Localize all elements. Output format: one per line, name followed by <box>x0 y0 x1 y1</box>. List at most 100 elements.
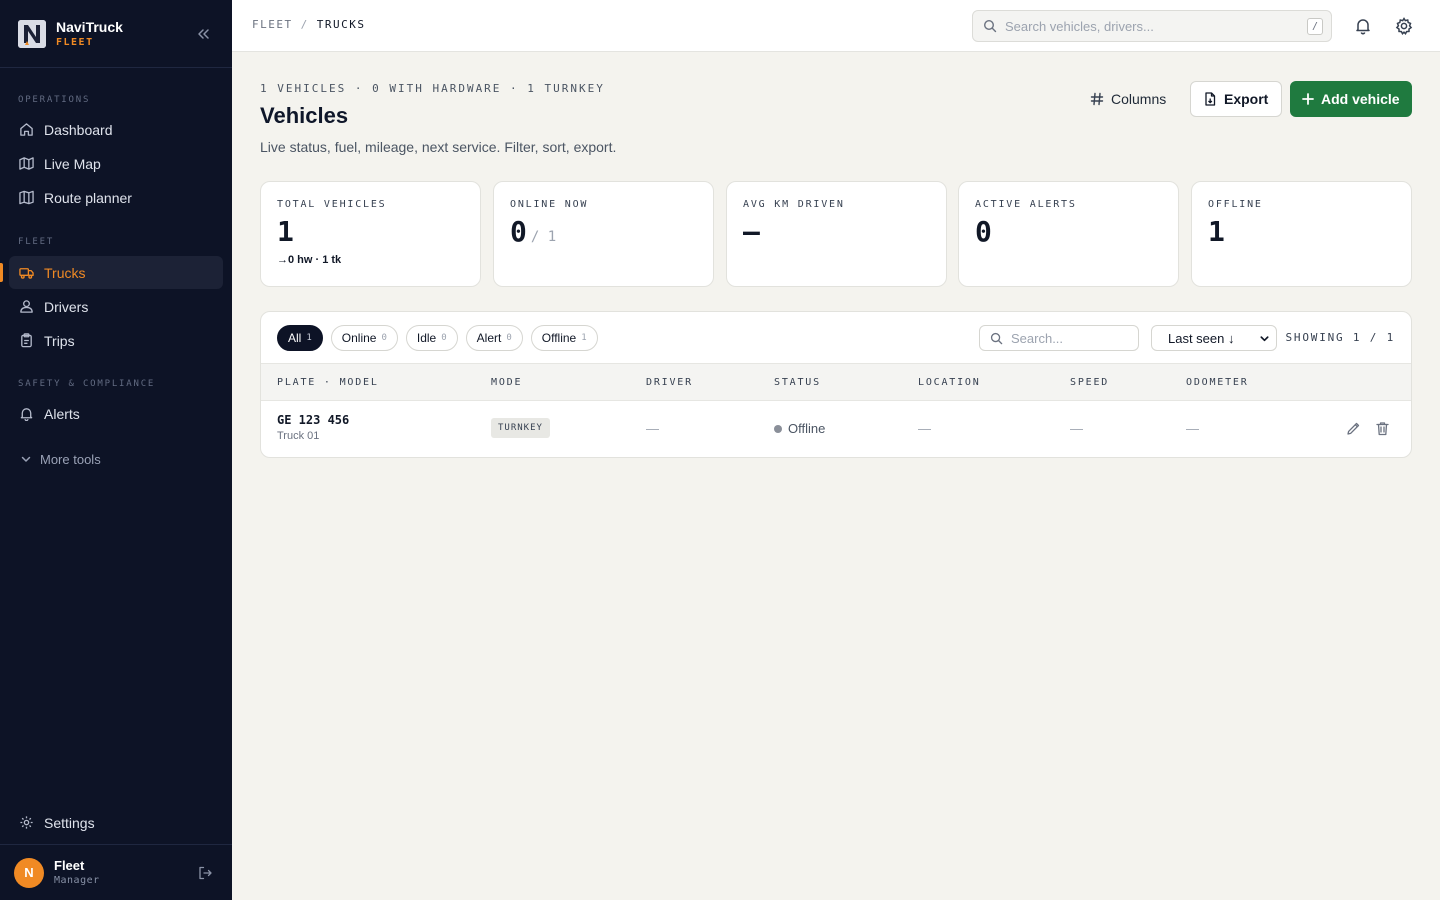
sidebar-item-settings[interactable]: Settings <box>0 806 223 839</box>
sort-select-value: Last seen ↓ <box>1168 330 1235 346</box>
vehicle-driver: — <box>646 421 659 436</box>
column-header-status[interactable]: STATUS <box>774 377 821 388</box>
vehicle-plate: GE 123 456 <box>277 413 350 427</box>
columns-button[interactable]: Columns <box>1078 81 1178 117</box>
more-tools-toggle[interactable]: More tools <box>0 447 232 471</box>
vehicle-odometer: — <box>1186 421 1199 436</box>
sidebar-item-dashboard[interactable]: Dashboard <box>0 113 223 146</box>
chip-count: 0 <box>441 333 447 343</box>
kpi-value: — <box>743 215 760 248</box>
logout-icon[interactable] <box>198 866 212 880</box>
app-subtitle: FLEET <box>56 36 94 48</box>
column-header-driver[interactable]: DRIVER <box>646 377 693 388</box>
column-header-mode[interactable]: MODE <box>491 377 522 388</box>
global-search-input[interactable] <box>1005 18 1295 34</box>
breadcrumb-trucks: TRUCKS <box>316 18 366 31</box>
sidebar: NaviTruck FLEET OPERATIONS Dashboard Liv… <box>0 0 232 900</box>
plus-icon <box>1302 93 1314 105</box>
showing-count: SHOWING 1 / 1 <box>1285 331 1395 344</box>
topbar: FLEET / TRUCKS / <box>232 0 1440 52</box>
vehicle-location: — <box>918 421 931 436</box>
add-vehicle-button-label: Add vehicle <box>1321 91 1400 107</box>
filter-chip-all[interactable]: All 1 <box>277 325 323 351</box>
kpi-label: ONLINE NOW <box>510 199 589 210</box>
table-row[interactable]: GE 123 456 Truck 01 TURNKEY — Offline — … <box>261 401 1411 457</box>
chip-label: Alert <box>476 331 502 345</box>
sidebar-item-trips[interactable]: Trips <box>0 324 223 357</box>
avatar: N <box>14 857 44 888</box>
table-search[interactable] <box>979 325 1139 351</box>
gear-icon <box>18 815 34 831</box>
sidebar-item-label: Alerts <box>44 405 80 422</box>
bell-icon <box>18 406 34 422</box>
kpi-of-total: / 1 <box>530 229 557 245</box>
vehicle-speed: — <box>1070 421 1083 436</box>
route-icon <box>18 190 34 206</box>
kpi-active-alerts: ACTIVE ALERTS 0 <box>958 181 1179 287</box>
sidebar-item-route-planner[interactable]: Route planner <box>0 181 223 214</box>
filter-chip-idle[interactable]: Idle 0 <box>405 325 458 351</box>
search-icon <box>990 332 1003 344</box>
search-icon <box>983 19 997 33</box>
chip-label: All <box>288 331 302 345</box>
filter-chip-offline[interactable]: Offline 1 <box>530 325 598 351</box>
breadcrumb-separator: / <box>300 18 309 31</box>
breadcrumb-fleet[interactable]: FLEET <box>252 18 293 31</box>
kpi-value: 1 <box>1208 215 1225 248</box>
table-search-input[interactable] <box>1011 330 1131 346</box>
export-button-label: Export <box>1224 91 1269 107</box>
global-search[interactable]: / <box>972 10 1332 42</box>
table-header: PLATE · MODEL MODE DRIVER STATUS LOCATIO… <box>261 363 1411 401</box>
chip-label: Idle <box>416 331 437 345</box>
delete-trash-icon[interactable] <box>1375 421 1390 436</box>
status-dot <box>774 424 782 433</box>
sidebar-item-trucks[interactable]: Trucks <box>0 256 223 289</box>
notifications-bell-icon[interactable] <box>1354 17 1372 35</box>
columns-button-label: Columns <box>1111 91 1167 107</box>
column-header-odometer[interactable]: ODOMETER <box>1186 377 1249 388</box>
breadcrumb: FLEET / TRUCKS <box>252 18 366 31</box>
column-header-plate-model[interactable]: PLATE · MODEL <box>277 377 379 388</box>
mode-badge: TURNKEY <box>491 418 550 438</box>
search-shortcut-key: / <box>1307 18 1323 35</box>
kpi-avg-km-driven: AVG KM DRIVEN — <box>726 181 947 287</box>
vehicles-table-panel: All 1 Online 0 Idle 0 Alert 0 Offline 1 Last … <box>260 311 1412 458</box>
chip-count: 0 <box>506 333 512 343</box>
hash-icon <box>1090 92 1104 106</box>
kpi-value: 1 <box>277 215 294 248</box>
sidebar-item-live-map[interactable]: Live Map <box>0 147 223 180</box>
map-icon <box>18 156 34 172</box>
chip-label: Offline <box>541 331 577 345</box>
add-vehicle-button[interactable]: Add vehicle <box>1290 81 1412 117</box>
truck-icon <box>18 265 34 281</box>
home-icon <box>18 122 34 138</box>
section-label-fleet: FLEET <box>18 237 55 247</box>
kpi-label: TOTAL VEHICLES <box>277 199 387 210</box>
file-export-icon <box>1205 92 1216 106</box>
active-indicator <box>0 263 3 282</box>
sidebar-item-label: Drivers <box>44 298 89 315</box>
user-profile[interactable]: N Fleet Manager <box>0 844 232 900</box>
more-tools-label: More tools <box>40 451 101 467</box>
status-badge: Offline <box>774 421 825 436</box>
sidebar-item-drivers[interactable]: Drivers <box>0 290 223 323</box>
brand[interactable]: NaviTruck FLEET <box>0 0 232 68</box>
sort-select[interactable]: Last seen ↓ <box>1151 325 1277 351</box>
chevron-down-icon <box>1260 335 1269 341</box>
page-subtitle: Live status, fuel, mileage, next service… <box>260 139 617 155</box>
filter-chip-alert[interactable]: Alert 0 <box>465 325 523 351</box>
driver-icon <box>18 299 34 315</box>
column-header-location[interactable]: LOCATION <box>918 377 981 388</box>
column-header-speed[interactable]: SPEED <box>1070 377 1109 388</box>
settings-gear-icon[interactable] <box>1395 17 1413 35</box>
kpi-label: ACTIVE ALERTS <box>975 199 1077 210</box>
collapse-sidebar-icon[interactable] <box>196 27 210 41</box>
sidebar-item-alerts[interactable]: Alerts <box>0 397 223 430</box>
clipboard-icon <box>18 333 34 349</box>
filter-chip-online[interactable]: Online 0 <box>330 325 398 351</box>
kpi-value: 0 <box>975 215 992 248</box>
kpi-offline: OFFLINE 1 <box>1191 181 1412 287</box>
edit-pencil-icon[interactable] <box>1346 421 1361 436</box>
export-button[interactable]: Export <box>1190 81 1282 117</box>
user-name: Fleet <box>54 857 85 873</box>
